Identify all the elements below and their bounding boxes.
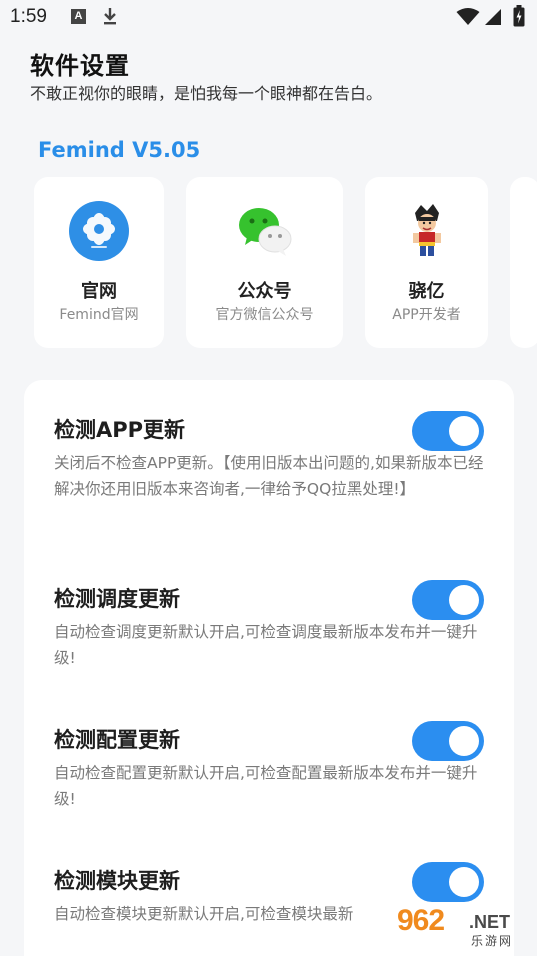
page-subtitle: 不敢正视你的眼睛，是怕我每一个眼神都在告白。 (30, 84, 383, 103)
wifi-icon (456, 8, 480, 30)
link-card-desc: 官方微信公众号 (215, 307, 314, 323)
watermark-number: 962 (397, 904, 445, 937)
page-title: 软件设置 (30, 52, 130, 80)
link-card-website[interactable]: 官网 Femind官网 (34, 177, 164, 348)
link-card-desc: APP开发者 (392, 307, 461, 323)
watermark-net: .NET (469, 912, 511, 932)
link-card-name: 骁亿 (408, 281, 445, 302)
toggle-check-config-update[interactable] (412, 721, 484, 761)
notification-a-icon: A (71, 9, 86, 24)
toggle-check-module-update[interactable] (412, 862, 484, 902)
toggle-knob (449, 416, 479, 446)
cellular-icon (484, 8, 502, 30)
link-card-partial[interactable] (510, 177, 537, 348)
settings-panel: 检测APP更新 关闭后不检查APP更新。【使用旧版本出问题的,如果新版本已经解决… (24, 380, 514, 956)
status-bar: 1:59 A (0, 0, 537, 36)
link-card-name: 公众号 (237, 281, 292, 302)
setting-description: 自动检查配置更新默认开启,可检查配置最新版本发布并一键升级! (54, 764, 478, 808)
status-time: 1:59 (10, 6, 47, 27)
link-card-name: 官网 (81, 281, 117, 302)
link-card-developer[interactable]: 骁亿 APP开发者 (365, 177, 488, 348)
battery-charging-icon (513, 5, 525, 31)
toggle-check-app-update[interactable] (412, 411, 484, 451)
link-card-wechat[interactable]: 公众号 官方微信公众号 (186, 177, 343, 348)
watermark-logo: 962 .NET 乐游网 (397, 904, 533, 952)
developer-avatar (397, 201, 457, 261)
link-card-desc: Femind官网 (59, 307, 139, 323)
toggle-knob (449, 585, 479, 615)
setting-description: 自动检查调度更新默认开启,可检查调度最新版本发布并一键升级! (54, 623, 478, 667)
wechat-icon (235, 201, 295, 261)
toggle-knob (449, 867, 479, 897)
toggle-knob (449, 726, 479, 756)
toggle-check-schedule-update[interactable] (412, 580, 484, 620)
download-icon (102, 7, 118, 29)
website-flower-icon (69, 201, 129, 261)
setting-description: 关闭后不检查APP更新。【使用旧版本出问题的,如果新版本已经解决你还用旧版本来咨… (54, 454, 484, 498)
watermark-name: 乐游网 (471, 934, 514, 948)
settings-screen: 1:59 A 软件设置 不敢正视你的眼睛，是怕我每一个眼神都在告白。 Femin… (0, 0, 537, 956)
app-version: Femind V5.05 (38, 138, 201, 162)
